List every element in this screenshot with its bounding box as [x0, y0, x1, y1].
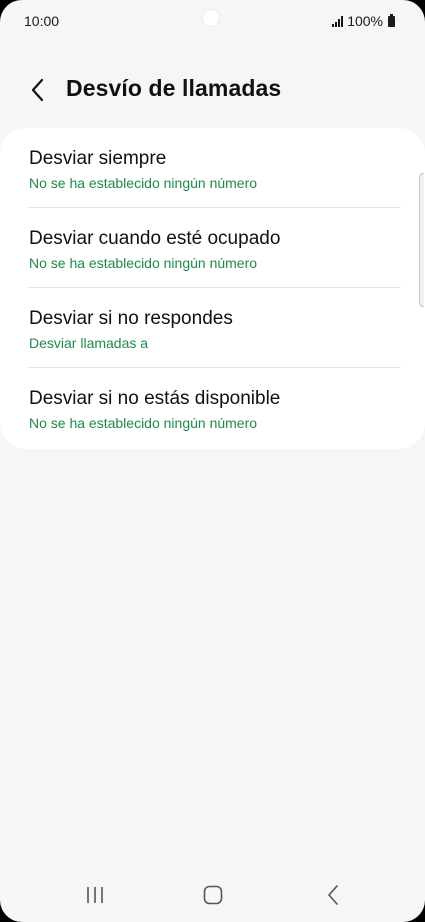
forward-unreachable-item[interactable]: Desviar si no estás disponible No se ha … — [0, 368, 425, 448]
navigation-bar — [0, 862, 425, 922]
item-subtitle: No se ha establecido ningún número — [29, 415, 258, 431]
status-indicators: 100% — [332, 13, 395, 29]
chevron-left-icon — [31, 78, 44, 102]
front-camera — [203, 10, 219, 26]
item-subtitle: Desviar llamadas a — [29, 335, 149, 351]
home-icon — [203, 885, 223, 905]
phone-screen: 10:00 100% Desvío de llamadas Desviar si… — [0, 0, 425, 922]
item-subtitle: No se ha establecido ningún número — [29, 255, 258, 271]
status-bar: 10:00 100% — [0, 0, 425, 40]
app-header: Desvío de llamadas — [0, 66, 425, 114]
nav-back-icon — [328, 885, 338, 905]
forward-busy-item[interactable]: Desviar cuando esté ocupado No se ha est… — [0, 208, 425, 288]
back-button[interactable] — [20, 72, 56, 108]
settings-card: Desviar siempre No se ha establecido nin… — [0, 128, 425, 449]
signal-icon — [332, 15, 344, 27]
item-subtitle: No se ha establecido ningún número — [29, 175, 258, 191]
battery-percentage: 100% — [347, 13, 383, 29]
recent-apps-icon — [87, 887, 103, 903]
scrollbar[interactable] — [419, 173, 424, 307]
forward-always-item[interactable]: Desviar siempre No se ha establecido nin… — [0, 128, 425, 208]
home-button[interactable] — [193, 880, 233, 910]
item-title: Desviar siempre — [29, 148, 167, 169]
item-title: Desviar cuando esté ocupado — [29, 228, 281, 249]
forward-no-answer-item[interactable]: Desviar si no respondes Desviar llamadas… — [0, 288, 425, 368]
item-title: Desviar si no estás disponible — [29, 388, 281, 409]
status-time: 10:00 — [24, 13, 60, 29]
page-title: Desvío de llamadas — [66, 75, 282, 101]
nav-back-button[interactable] — [313, 880, 353, 910]
item-title: Desviar si no respondes — [29, 308, 233, 329]
battery-icon — [388, 13, 395, 27]
recent-apps-button[interactable] — [75, 880, 115, 910]
